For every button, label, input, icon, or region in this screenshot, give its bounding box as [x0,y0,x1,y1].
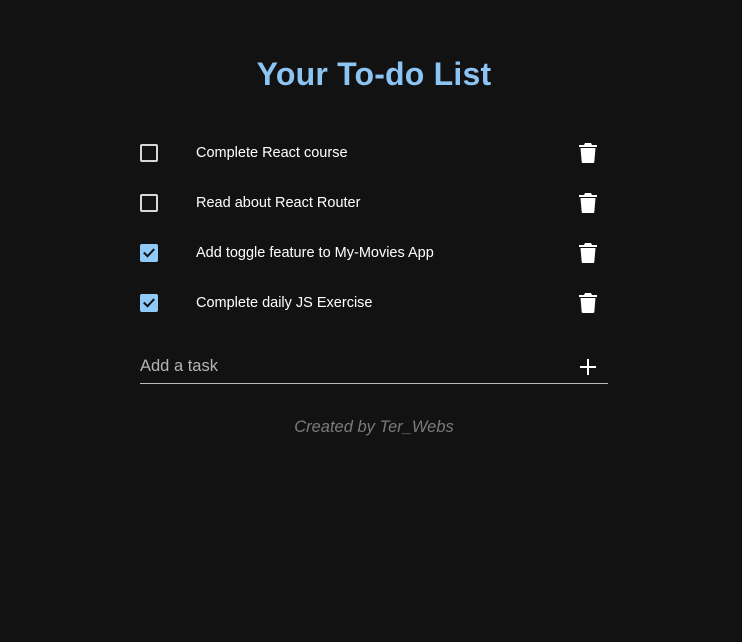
trash-icon[interactable] [579,143,597,163]
todo-checkbox[interactable] [140,194,158,212]
todo-text: Complete daily JS Exercise [196,295,373,311]
todo-checkbox[interactable] [140,244,158,262]
todo-item: Read about React Router [140,178,608,228]
todo-checkbox[interactable] [140,294,158,312]
add-task-form [140,350,608,384]
footer-credit: Created by Ter_Webs [294,418,454,436]
plus-icon[interactable] [580,359,596,375]
trash-icon[interactable] [579,243,597,263]
todo-text: Read about React Router [196,195,361,211]
todo-text: Complete React course [196,145,348,161]
add-task-input[interactable] [140,350,560,383]
page-title: Your To-do List [256,56,492,92]
todo-app: Your To-do List Complete React course Re… [0,0,742,642]
todo-item: Complete React course [140,128,608,178]
todo-text: Add toggle feature to My-Movies App [196,245,434,261]
todo-item: Add toggle feature to My-Movies App [140,228,608,278]
check-icon [143,248,155,258]
todo-list: Complete React course Read about React R… [140,128,608,328]
check-icon [143,298,155,308]
todo-item: Complete daily JS Exercise [140,278,608,328]
todo-checkbox[interactable] [140,144,158,162]
trash-icon[interactable] [579,193,597,213]
trash-icon[interactable] [579,293,597,313]
